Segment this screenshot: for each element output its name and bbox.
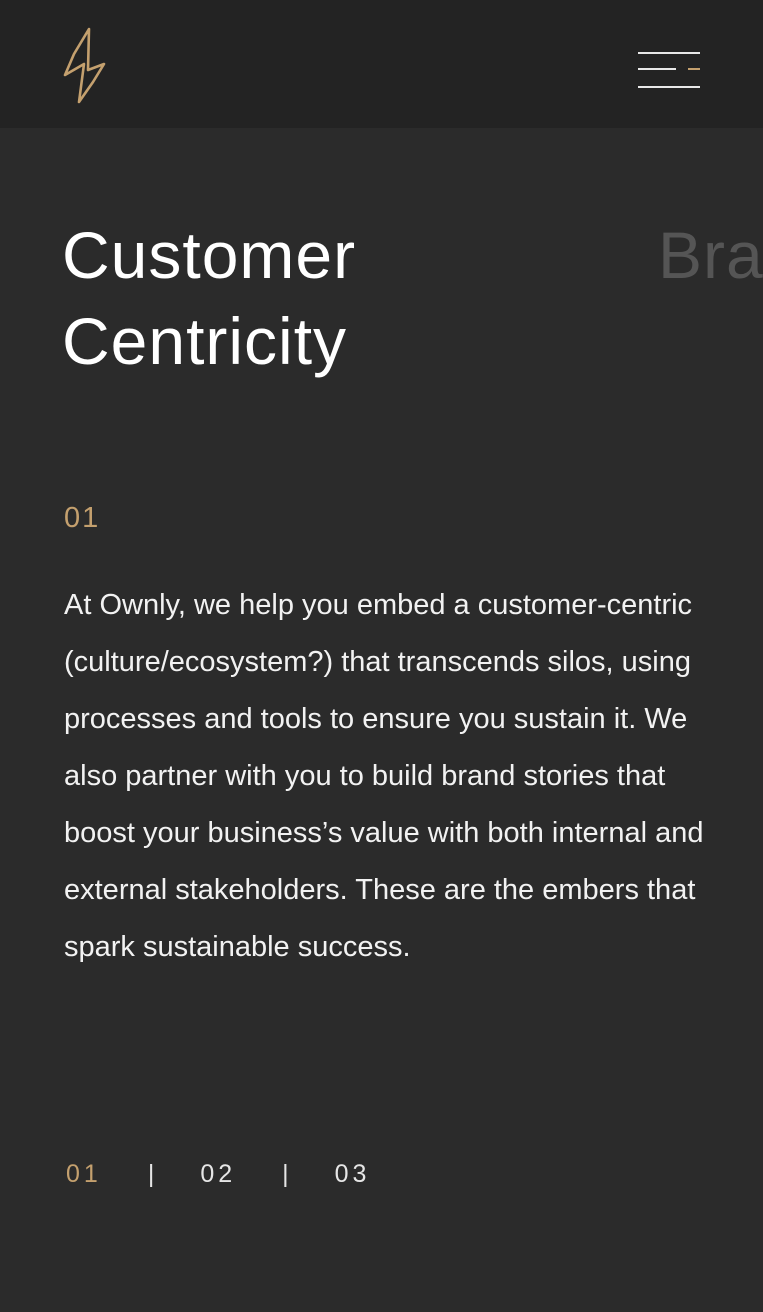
pager-separator: |	[147, 1160, 155, 1188]
lightning-bolt-logo-icon[interactable]	[62, 26, 108, 106]
pager-item-02[interactable]: 02	[200, 1160, 236, 1189]
slide-title-line-1: Customer	[62, 218, 357, 292]
hamburger-menu-icon[interactable]	[636, 48, 704, 94]
slide-pager: 01 | 02 | 03	[66, 1160, 370, 1189]
pager-separator: |	[282, 1160, 289, 1188]
pager-item-03[interactable]: 03	[335, 1160, 371, 1189]
slide-title: Customer Centricity	[62, 212, 482, 384]
next-slide-title-peek[interactable]: Bra	[658, 212, 763, 298]
menu-line-middle	[638, 68, 676, 70]
slide-number: 01	[64, 502, 101, 534]
pager-item-01[interactable]: 01	[66, 1160, 102, 1189]
menu-line-top	[638, 52, 700, 54]
site-header	[0, 0, 763, 128]
menu-line-accent	[688, 68, 700, 70]
menu-line-bottom	[638, 86, 700, 88]
slide-title-line-2: Centricity	[62, 304, 348, 378]
slide-body-text: At Ownly, we help you embed a customer-c…	[64, 589, 704, 963]
